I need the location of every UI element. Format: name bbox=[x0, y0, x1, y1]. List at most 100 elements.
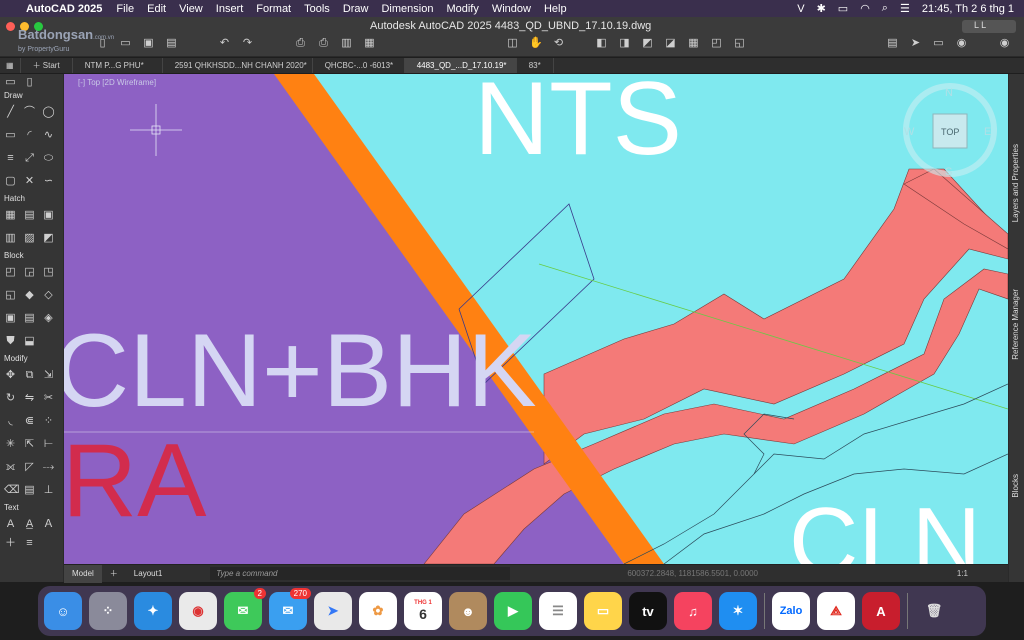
trim-icon[interactable]: ✂ bbox=[42, 392, 55, 405]
tag-icon[interactable]: ◆ bbox=[23, 289, 36, 302]
collab-icon[interactable]: ◉ bbox=[955, 37, 968, 49]
facetime-icon[interactable]: ▶ bbox=[494, 592, 532, 630]
compass-e[interactable]: E bbox=[984, 126, 991, 138]
save-as-icon[interactable]: ▤ bbox=[165, 37, 178, 49]
boundary-icon[interactable]: ▣ bbox=[42, 209, 55, 222]
break-icon[interactable]: ⊢ bbox=[42, 438, 55, 451]
properties-tool-icon[interactable]: ▤ bbox=[23, 484, 36, 497]
zoom-window-icon[interactable]: ◫ bbox=[506, 37, 519, 49]
array-icon[interactable]: ⁘ bbox=[42, 415, 55, 428]
library-icon[interactable]: ▤ bbox=[886, 37, 899, 49]
rectangle-icon[interactable]: ▭ bbox=[4, 129, 17, 142]
spotlight-icon[interactable]: ⌕ bbox=[882, 2, 888, 15]
redo-icon[interactable]: ↷ bbox=[241, 37, 254, 49]
arc-icon[interactable]: ◜ bbox=[23, 129, 36, 142]
measure-icon[interactable]: ◱ bbox=[733, 37, 746, 49]
table-icon[interactable]: ▦ bbox=[687, 37, 700, 49]
wifi-icon[interactable]: ◠ bbox=[860, 2, 870, 15]
palette-section-hatch[interactable]: Hatch bbox=[0, 193, 63, 204]
ray-icon[interactable]: ⤢ bbox=[23, 152, 36, 165]
palette-add-icon[interactable]: ＋ bbox=[4, 537, 17, 550]
viewcube-top-label[interactable]: TOP bbox=[941, 127, 959, 137]
copy-icon[interactable]: ⧉ bbox=[23, 369, 36, 382]
control-center-icon[interactable]: ☰ bbox=[900, 2, 910, 15]
wblock-icon[interactable]: ▣ bbox=[4, 312, 17, 325]
stretch-icon[interactable]: ⇲ bbox=[42, 369, 55, 382]
menu-window[interactable]: Window bbox=[492, 3, 531, 15]
tab-model[interactable]: Model bbox=[64, 564, 102, 583]
launchpad-icon[interactable]: ⁘ bbox=[89, 592, 127, 630]
photos-icon[interactable]: ✿ bbox=[359, 592, 397, 630]
plot-preview-icon[interactable]: ⎙ bbox=[317, 37, 330, 49]
zalo-icon[interactable]: Zalo bbox=[772, 592, 810, 630]
polyline-icon[interactable]: ⌒ bbox=[23, 106, 36, 119]
notes-icon[interactable]: ▭ bbox=[584, 592, 622, 630]
battery-icon[interactable]: ▭ bbox=[838, 2, 848, 15]
viewport-controls-label[interactable]: [-] Top [2D Wireframe] bbox=[78, 78, 156, 87]
gradient-icon[interactable]: ▤ bbox=[23, 209, 36, 222]
finder-icon[interactable]: ☺ bbox=[44, 592, 82, 630]
palette-toggle-icon[interactable]: ▭ bbox=[4, 76, 17, 89]
create-block-icon[interactable]: ◲ bbox=[23, 266, 36, 279]
menu-draw[interactable]: Draw bbox=[343, 3, 369, 15]
mline-icon[interactable]: ≡ bbox=[4, 152, 17, 165]
compass-s[interactable]: S bbox=[945, 166, 952, 178]
extend-icon[interactable]: ⤏ bbox=[42, 461, 55, 474]
autocad-icon[interactable]: A bbox=[862, 592, 900, 630]
messages-icon[interactable]: ✉ 2 bbox=[224, 588, 266, 630]
menu-edit[interactable]: Edit bbox=[147, 3, 166, 15]
menu-format[interactable]: Format bbox=[256, 3, 291, 15]
tab-blocks[interactable]: Blocks bbox=[1011, 474, 1020, 498]
chamfer-icon[interactable]: ◸ bbox=[23, 461, 36, 474]
trash-icon[interactable]: 🗑 bbox=[915, 592, 953, 630]
block-palette-icon[interactable]: ▤ bbox=[23, 312, 36, 325]
palette-layout-icon[interactable]: ▯ bbox=[23, 76, 36, 89]
spline-icon[interactable]: ∿ bbox=[42, 129, 55, 142]
send-icon[interactable]: ➤ bbox=[909, 37, 922, 49]
app-store-icon[interactable]: ✶ bbox=[719, 592, 757, 630]
attribute-icon[interactable]: ◱ bbox=[4, 289, 17, 302]
chrome-icon[interactable]: ◉ bbox=[179, 592, 217, 630]
tab-layers-properties[interactable]: Layers and Properties bbox=[1011, 144, 1020, 222]
tab-start[interactable]: ＋ Start bbox=[21, 58, 73, 73]
image-icon[interactable]: ▨ bbox=[23, 232, 36, 245]
contacts-icon[interactable]: ☻ bbox=[449, 592, 487, 630]
region-icon[interactable]: ▢ bbox=[4, 175, 17, 188]
new-file-icon[interactable]: ▯ bbox=[96, 37, 109, 49]
rotate-icon[interactable]: ↻ bbox=[4, 392, 17, 405]
menu-dimension[interactable]: Dimension bbox=[381, 3, 433, 15]
move-icon[interactable]: ✥ bbox=[4, 369, 17, 382]
block-replace-icon[interactable]: ⬓ bbox=[23, 335, 36, 348]
app-name-menu[interactable]: AutoCAD 2025 bbox=[26, 3, 102, 15]
palette-section-draw[interactable]: Draw bbox=[0, 90, 63, 101]
compass-w[interactable]: W bbox=[904, 126, 915, 138]
menu-view[interactable]: View bbox=[179, 3, 203, 15]
mtext-icon[interactable]: A bbox=[4, 518, 17, 531]
menu-insert[interactable]: Insert bbox=[216, 3, 244, 15]
safari-icon[interactable]: ✦ bbox=[134, 592, 172, 630]
command-input[interactable]: Type a command bbox=[210, 567, 511, 580]
tab-doc-5[interactable]: 83* bbox=[517, 58, 554, 73]
block-icon[interactable]: ◰ bbox=[710, 37, 723, 49]
tab-reference-manager[interactable]: Reference Manager bbox=[1011, 289, 1020, 360]
close-window-button[interactable] bbox=[6, 22, 15, 31]
shield-icon[interactable]: ⛊ bbox=[4, 335, 17, 348]
music-icon[interactable]: ♫ bbox=[674, 592, 712, 630]
menu-help[interactable]: Help bbox=[544, 3, 567, 15]
join-icon[interactable]: ⟗ bbox=[4, 461, 17, 474]
xline-icon[interactable]: ✕ bbox=[23, 175, 36, 188]
align-icon[interactable]: ⊥ bbox=[42, 484, 55, 497]
xref-icon[interactable]: ◈ bbox=[42, 312, 55, 325]
clock[interactable]: 21:45, Th 2 6 thg 1 bbox=[922, 3, 1014, 15]
undo-icon[interactable]: ↶ bbox=[218, 37, 231, 49]
menu-tools[interactable]: Tools bbox=[304, 3, 330, 15]
tab-doc-3[interactable]: QHCBC-...0 -6013* bbox=[313, 58, 405, 73]
explode-icon[interactable]: ✳ bbox=[4, 438, 17, 451]
calendar-icon[interactable]: THG 16 bbox=[404, 592, 442, 630]
edit-block-icon[interactable]: ◳ bbox=[42, 266, 55, 279]
drawing-canvas[interactable]: NTS CLN+BHK RA CLN TOP N S E W [-] Top [… bbox=[64, 74, 1008, 564]
layer-state-icon[interactable]: ◨ bbox=[618, 37, 631, 49]
annotation-scale[interactable]: 1:1 bbox=[957, 569, 968, 578]
palette-menu-icon[interactable]: ≡ bbox=[23, 537, 36, 550]
drawing-svg[interactable]: NTS CLN+BHK RA CLN TOP N S E W bbox=[64, 74, 1008, 564]
